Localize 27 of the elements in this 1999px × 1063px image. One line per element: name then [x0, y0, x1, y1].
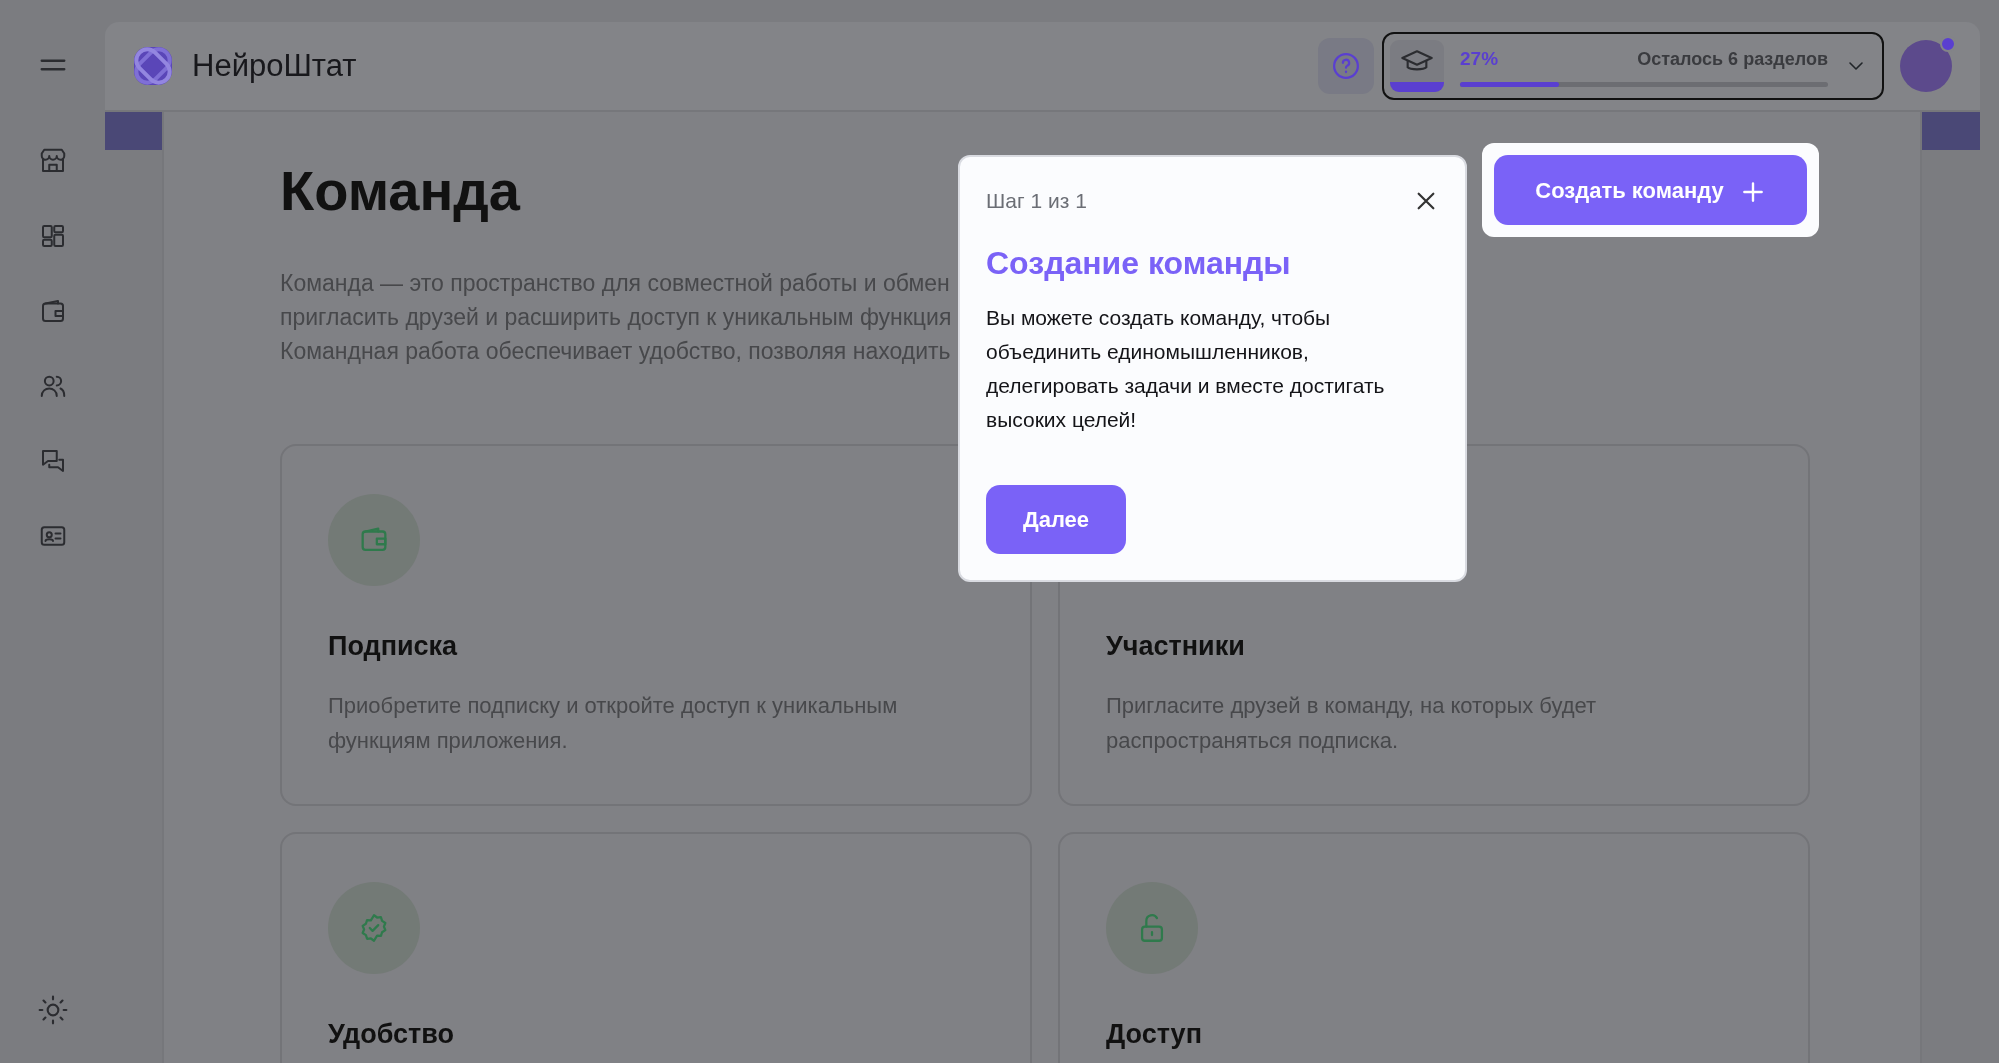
- card-text: Приобретите подписку и откройте доступ к уникальным функциям приложения.: [328, 692, 899, 756]
- help-icon: [1331, 51, 1361, 81]
- card-text: Пригласите друзей в команду, на которых будет распространяться подписка.: [1106, 692, 1598, 756]
- course-button[interactable]: [1390, 40, 1444, 92]
- progress-percent: 27%: [1460, 47, 1499, 72]
- next-button[interactable]: Далее: [986, 484, 1127, 554]
- help-button[interactable]: [1318, 38, 1374, 94]
- banner-strip: [105, 112, 162, 150]
- remaining-sections: Осталось 6 разделов: [1637, 46, 1828, 73]
- create-team-button[interactable]: Создать команду: [1494, 155, 1807, 225]
- avatar[interactable]: [1900, 40, 1952, 92]
- page-title: Команда: [280, 160, 520, 222]
- notification-dot: [1940, 36, 1956, 52]
- description-text: Командная работа обеспечивает удобство, позволяя находить: [280, 336, 951, 366]
- banner-strip: [1922, 112, 1980, 150]
- card-title: Доступ: [1106, 1017, 1203, 1051]
- card-title: Удобство: [328, 1017, 456, 1051]
- popup-title: Создание команды: [986, 243, 1292, 283]
- card-title: Участники: [1106, 629, 1246, 663]
- brand-name: НейроШтат: [192, 46, 357, 85]
- popup-text: Вы можете создать команду, чтобы объединить единомышленников, делегировать задачи и вместе достигать высоких целей!: [986, 304, 1386, 433]
- sun-icon[interactable]: [36, 994, 69, 1026]
- card-title: Подписка: [328, 629, 459, 663]
- description-text: пригласить друзей и расширить доступ к уникальным функция: [280, 302, 952, 332]
- step-counter: Шаг 1 из 1: [986, 188, 1087, 214]
- progress-widget[interactable]: 27% Осталось 6 разделов: [1382, 32, 1884, 100]
- description-text: Команда — это пространство для совместной работы и обмен: [280, 268, 950, 298]
